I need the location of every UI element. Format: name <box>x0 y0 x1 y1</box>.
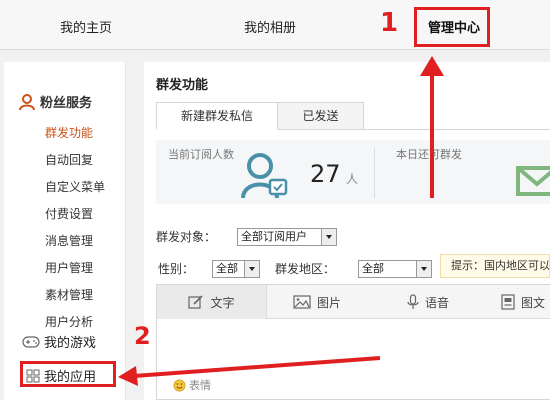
sidebar-item-user-management[interactable]: 用户管理 <box>45 259 93 276</box>
editor-tab-text[interactable]: 文字 <box>157 285 267 319</box>
editor-tab-image-label: 图片 <box>317 295 342 310</box>
sidebar-item-auto-reply[interactable]: 自动回复 <box>45 151 93 168</box>
sidebar-item-material-management[interactable]: 素材管理 <box>45 286 93 303</box>
tab-sent[interactable]: 已发送 <box>278 102 364 130</box>
sidebar-item-custom-menu[interactable]: 自定义菜单 <box>45 178 105 195</box>
my-apps-highlight-box <box>20 361 116 387</box>
sidebar-games-label: 我的游戏 <box>44 336 97 351</box>
gender-select[interactable]: 全部 <box>212 260 260 278</box>
stats-panel: 当前订阅人数 27 人 本日还可群发 <box>156 140 550 204</box>
sidebar-item-mass-send[interactable]: 群发功能 <box>45 124 93 141</box>
emoji-label: 表情 <box>189 379 211 392</box>
subscribers-unit: 人 <box>346 172 359 186</box>
sidebar-item-payment-settings[interactable]: 付费设置 <box>45 205 93 222</box>
remaining-sends-label: 本日还可群发 <box>396 148 462 161</box>
image-icon <box>293 295 311 309</box>
editor-type-tabs: 文字 图片 语音 图文 <box>157 285 550 319</box>
stats-divider <box>374 148 375 198</box>
editor-tab-image[interactable]: 图片 <box>293 285 341 319</box>
user-icon <box>19 93 35 110</box>
region-select[interactable]: 全部 <box>358 260 432 278</box>
region-select-value: 全部 <box>362 262 384 275</box>
subscribers-label: 当前订阅人数 <box>168 148 234 161</box>
sidebar: 粉丝服务 群发功能 自动回复 自定义菜单 付费设置 消息管理 用户管理 素材管理… <box>4 62 126 400</box>
message-editor: 文字 图片 语音 图文 表情 <box>156 284 550 400</box>
page-title: 群发功能 <box>156 78 209 93</box>
emoji-button[interactable]: 表情 <box>173 377 211 393</box>
editor-tab-news[interactable]: 图文 <box>501 285 545 319</box>
sidebar-item-message-management[interactable]: 消息管理 <box>45 232 93 249</box>
mail-icon <box>516 166 550 196</box>
edit-icon <box>188 295 204 309</box>
nav-my-album[interactable]: 我的相册 <box>244 17 296 36</box>
microphone-icon <box>407 294 419 309</box>
annotation-step-1: 1 <box>380 8 399 38</box>
admin-center-highlight-box <box>414 7 490 47</box>
sidebar-item-user-analytics[interactable]: 用户分析 <box>45 313 93 330</box>
sidebar-item-my-games[interactable]: 我的游戏 <box>22 332 96 351</box>
region-label: 群发地区： <box>275 262 336 276</box>
editor-tab-text-label: 文字 <box>210 295 235 310</box>
subscriber-avatar-icon <box>241 153 288 199</box>
sidebar-section-label: 粉丝服务 <box>40 96 93 111</box>
editor-tab-news-label: 图文 <box>521 295 546 310</box>
chevron-down-icon <box>321 229 336 245</box>
editor-tab-voice-label: 语音 <box>425 295 450 310</box>
target-label: 群发对象： <box>156 230 217 244</box>
region-hint: 提示：国内地区可以 <box>440 254 550 278</box>
chevron-down-icon <box>416 261 431 277</box>
tab-new-mass-message[interactable]: 新建群发私信 <box>156 102 278 130</box>
sidebar-section-fans-service: 粉丝服务 <box>18 92 92 111</box>
annotation-step-2: 2 <box>134 322 151 350</box>
tab-bar: 新建群发私信 已发送 <box>156 102 550 130</box>
subscribers-count: 27 <box>310 160 341 188</box>
gamepad-icon <box>22 335 40 348</box>
nav-my-homepage[interactable]: 我的主页 <box>60 17 112 36</box>
gender-select-value: 全部 <box>216 262 238 275</box>
smiley-icon <box>173 379 186 391</box>
target-select-value: 全部订阅用户 <box>241 230 307 243</box>
chevron-down-icon <box>244 261 259 277</box>
target-select[interactable]: 全部订阅用户 <box>237 228 337 246</box>
gender-label: 性别： <box>158 262 195 276</box>
editor-tab-voice[interactable]: 语音 <box>407 285 449 319</box>
main-panel: 群发功能 新建群发私信 已发送 当前订阅人数 27 人 本日还可群发 群发对象：… <box>144 62 550 400</box>
article-icon <box>501 294 515 310</box>
